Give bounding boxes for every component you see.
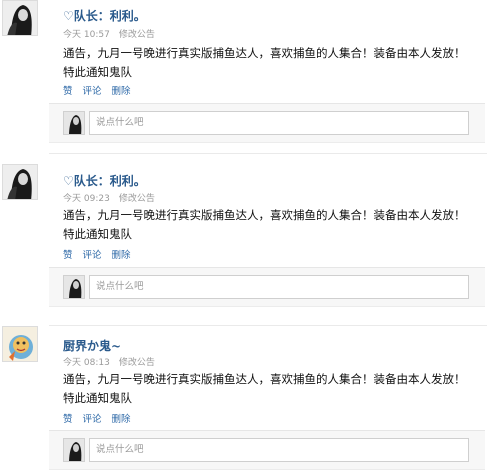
post: 厨界か鬼~ 今天 08:13 修改公告 通告，九月一号晚进行真实版捕鱼达人，喜欢捕… (0, 326, 487, 470)
commenter-avatar (63, 111, 85, 135)
comment-box: 说点什么吧 (49, 267, 485, 307)
author-name[interactable]: ♡队长：利利。 (63, 7, 146, 24)
author-name[interactable]: ♡队长：利利。 (63, 172, 146, 189)
delete-button[interactable]: 删除 (112, 86, 131, 97)
delete-button[interactable]: 删除 (112, 414, 131, 425)
post-meta: 今天 10:57 修改公告 (63, 27, 164, 40)
commenter-avatar (63, 438, 85, 462)
post-time: 今天 10:57 (63, 30, 110, 40)
comment-button[interactable]: 评论 (83, 250, 102, 261)
author-name[interactable]: 厨界か鬼~ (63, 337, 121, 354)
post-meta: 今天 09:23 修改公告 (63, 191, 164, 204)
author-avatar[interactable] (2, 164, 38, 200)
delete-button[interactable]: 删除 (112, 250, 131, 261)
post-time: 今天 08:13 (63, 358, 110, 368)
post-actions: 赞评论 删除 (63, 83, 141, 97)
comment-input[interactable]: 说点什么吧 (89, 275, 469, 299)
comment-input[interactable]: 说点什么吧 (89, 111, 469, 135)
author-avatar[interactable] (2, 326, 38, 362)
post: ♡队长：利利。 今天 10:57 修改公告 通告，九月一号晚进行真实版捕鱼达人，喜… (0, 0, 487, 150)
post-actions: 赞评论 删除 (63, 411, 141, 425)
commenter-avatar (63, 275, 85, 299)
edit-notice-link[interactable]: 修改公告 (119, 30, 155, 40)
edit-notice-link[interactable]: 修改公告 (119, 194, 155, 204)
post-actions: 赞评论 删除 (63, 247, 141, 261)
post-body: 通告，九月一号晚进行真实版捕鱼达人，喜欢捕鱼的人集合！装备由本人发放！特此通知鬼… (63, 372, 466, 405)
post-divider (49, 153, 487, 154)
like-button[interactable]: 赞 (63, 250, 73, 261)
edit-notice-link[interactable]: 修改公告 (119, 358, 155, 368)
comment-box: 说点什么吧 (49, 103, 485, 143)
post-time: 今天 09:23 (63, 194, 110, 204)
author-avatar[interactable] (2, 0, 38, 36)
comment-input[interactable]: 说点什么吧 (89, 438, 469, 462)
post-body: 通告，九月一号晚进行真实版捕鱼达人，喜欢捕鱼的人集合！装备由本人发放！特此通知鬼… (63, 46, 466, 79)
post: ♡队长：利利。 今天 09:23 修改公告 通告，九月一号晚进行真实版捕鱼达人，喜… (0, 162, 487, 312)
post-meta: 今天 08:13 修改公告 (63, 355, 164, 368)
like-button[interactable]: 赞 (63, 86, 73, 97)
comment-button[interactable]: 评论 (83, 86, 102, 97)
comment-button[interactable]: 评论 (83, 414, 102, 425)
like-button[interactable]: 赞 (63, 414, 73, 425)
post-body: 通告，九月一号晚进行真实版捕鱼达人，喜欢捕鱼的人集合！装备由本人发放！特此通知鬼… (63, 208, 466, 241)
comment-box: 说点什么吧 (49, 430, 485, 470)
